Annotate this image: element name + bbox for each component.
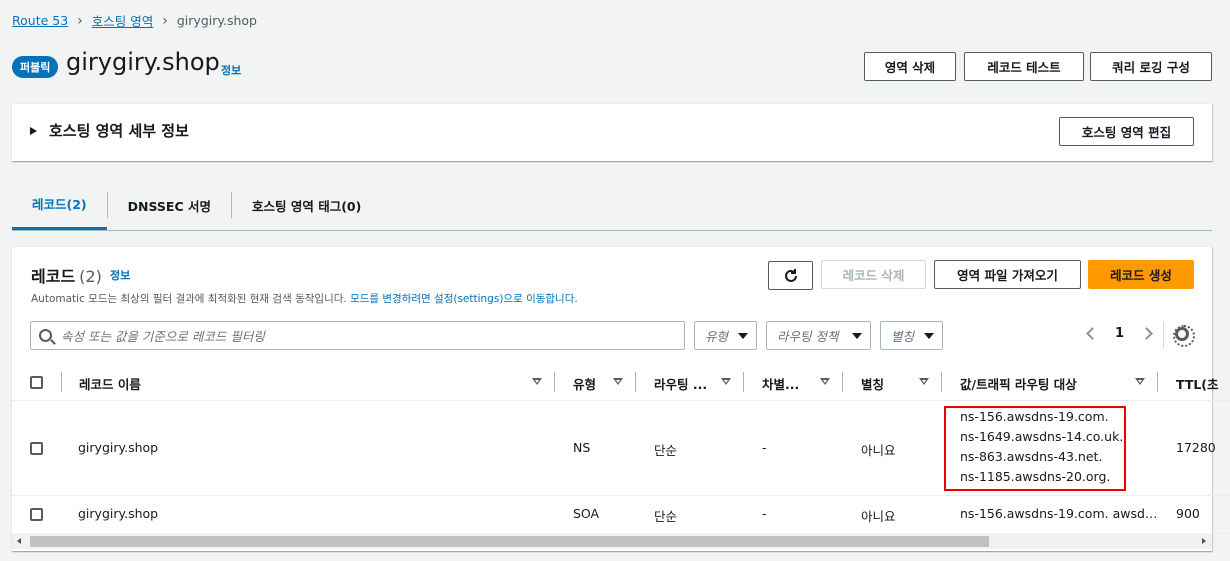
record-type: NS xyxy=(573,440,591,455)
sort-icon[interactable] xyxy=(532,378,542,385)
select-all-checkbox[interactable] xyxy=(30,376,43,389)
pagination: 1 xyxy=(1086,326,1153,341)
column-divider xyxy=(941,372,942,392)
sort-icon[interactable] xyxy=(820,378,830,385)
record-ttl: 900 xyxy=(1176,506,1200,521)
records-description: Automatic 모드는 최상의 필터 결과에 최적화된 현재 검색 동작입니… xyxy=(31,291,578,306)
scrollbar-thumb[interactable] xyxy=(30,536,989,547)
caret-down-icon xyxy=(924,332,934,339)
column-divider xyxy=(743,372,744,392)
chevron-right-icon: › xyxy=(77,12,83,29)
import-zone-file-button[interactable]: 영역 파일 가져오기 xyxy=(934,260,1081,289)
query-logging-button[interactable]: 쿼리 로깅 구성 xyxy=(1090,52,1212,81)
records-title: 레코드 xyxy=(31,267,76,286)
col-type[interactable]: 유형 xyxy=(573,374,596,393)
column-divider xyxy=(61,372,62,392)
edit-hosted-zone-button[interactable]: 호스팅 영역 편집 xyxy=(1059,117,1194,146)
chevron-right-icon: › xyxy=(162,12,168,29)
record-routing: 단순 xyxy=(654,509,678,524)
record-differentiator: - xyxy=(762,440,767,455)
routing-filter-label: 라우팅 정책 xyxy=(777,329,839,344)
delete-record-button[interactable]: 레코드 삭제 xyxy=(821,260,926,289)
hosted-zone-details-toggle[interactable]: 호스팅 영역 세부 정보 xyxy=(30,120,189,141)
record-alias: 아니요 xyxy=(861,443,896,458)
column-divider xyxy=(635,372,636,392)
pager-divider xyxy=(1163,322,1164,349)
type-filter-label: 유형 xyxy=(705,329,729,344)
next-page-icon[interactable] xyxy=(1140,327,1153,340)
record-value: ns-156.awsdns-19.com. awsd… xyxy=(960,506,1158,521)
gear-icon[interactable] xyxy=(1173,325,1195,347)
delete-zone-button[interactable]: 영역 삭제 xyxy=(864,52,956,81)
sort-icon[interactable] xyxy=(721,378,731,385)
hosted-zone-details-panel xyxy=(12,103,1212,161)
search-input[interactable]: 속성 또는 값을 기준으로 레코드 필터링 xyxy=(30,321,685,350)
table-row[interactable]: girygiry.shop SOA 단순 - 아니요 ns-156.awsdns… xyxy=(12,496,1230,534)
search-placeholder: 속성 또는 값을 기준으로 레코드 필터링 xyxy=(61,329,265,344)
record-name: girygiry.shop xyxy=(78,506,159,521)
table-header: 레코드 이름 유형 라우팅 ... 차별... 별칭 값/트래픽 라우팅 대상 … xyxy=(12,366,1230,401)
search-icon xyxy=(39,329,52,342)
col-value[interactable]: 값/트래픽 라우팅 대상 xyxy=(960,374,1077,393)
scroll-right-icon[interactable] xyxy=(1202,538,1206,544)
test-record-button[interactable]: 레코드 테스트 xyxy=(964,52,1084,81)
column-divider xyxy=(842,372,843,392)
tab-dnssec[interactable]: DNSSEC 서명 xyxy=(108,180,231,230)
col-differentiator[interactable]: 차별... xyxy=(762,374,799,393)
sort-icon[interactable] xyxy=(1135,378,1145,385)
tab-bar: 레코드(2) DNSSEC 서명 호스팅 영역 태그(0) xyxy=(12,180,1212,231)
routing-filter-select[interactable]: 라우팅 정책 xyxy=(766,321,871,350)
page-number[interactable]: 1 xyxy=(1115,326,1124,341)
previous-page-icon[interactable] xyxy=(1086,327,1099,340)
public-badge: 퍼블릭 xyxy=(12,56,59,78)
breadcrumb: Route 53 › 호스팅 영역 › girygiry.shop xyxy=(12,11,257,30)
refresh-icon xyxy=(784,268,797,282)
record-alias: 아니요 xyxy=(861,509,896,524)
records-desc-text: Automatic 모드는 최상의 필터 결과에 최적화된 현재 검색 동작입니… xyxy=(31,293,347,305)
records-info-link[interactable]: 정보 xyxy=(110,267,130,283)
type-filter-select[interactable]: 유형 xyxy=(694,321,757,350)
breadcrumb-hosted-zones-link[interactable]: 호스팅 영역 xyxy=(92,11,153,30)
caret-down-icon xyxy=(738,332,748,339)
highlight-box xyxy=(944,406,1126,491)
row-checkbox[interactable] xyxy=(30,442,43,455)
col-record-name[interactable]: 레코드 이름 xyxy=(79,374,141,393)
scroll-left-icon[interactable] xyxy=(17,538,21,544)
sort-icon[interactable] xyxy=(919,378,929,385)
breadcrumb-route53-link[interactable]: Route 53 xyxy=(12,13,68,28)
col-alias[interactable]: 별칭 xyxy=(861,374,884,393)
col-routing[interactable]: 라우팅 ... xyxy=(654,374,707,393)
sort-icon[interactable] xyxy=(613,378,623,385)
breadcrumb-current: girygiry.shop xyxy=(176,13,257,28)
tab-records[interactable]: 레코드(2) xyxy=(12,180,107,230)
alias-filter-label: 별칭 xyxy=(891,329,915,344)
tab-tags[interactable]: 호스팅 영역 태그(0) xyxy=(232,180,381,230)
records-count: (2) xyxy=(79,267,102,286)
refresh-button[interactable] xyxy=(768,261,813,290)
caret-down-icon xyxy=(852,332,862,339)
col-ttl[interactable]: TTL(초 xyxy=(1176,374,1219,393)
details-title: 호스팅 영역 세부 정보 xyxy=(49,122,189,140)
create-record-button[interactable]: 레코드 생성 xyxy=(1088,260,1194,289)
records-heading: 레코드 (2) xyxy=(31,263,102,287)
column-divider xyxy=(1157,372,1158,392)
alias-filter-select[interactable]: 별칭 xyxy=(880,321,943,350)
settings-link[interactable]: 모드를 변경하려면 설정(settings)으로 이동합니다. xyxy=(350,293,578,305)
row-checkbox[interactable] xyxy=(30,508,43,521)
page-title: girygiry.shop xyxy=(66,48,220,76)
column-divider xyxy=(554,372,555,392)
record-type: SOA xyxy=(573,506,600,521)
caret-right-icon xyxy=(30,126,37,135)
record-routing: 단순 xyxy=(654,443,678,458)
record-ttl: 17280 xyxy=(1176,440,1216,455)
record-name: girygiry.shop xyxy=(78,440,159,455)
record-differentiator: - xyxy=(762,506,767,521)
info-link[interactable]: 정보 xyxy=(221,62,241,78)
